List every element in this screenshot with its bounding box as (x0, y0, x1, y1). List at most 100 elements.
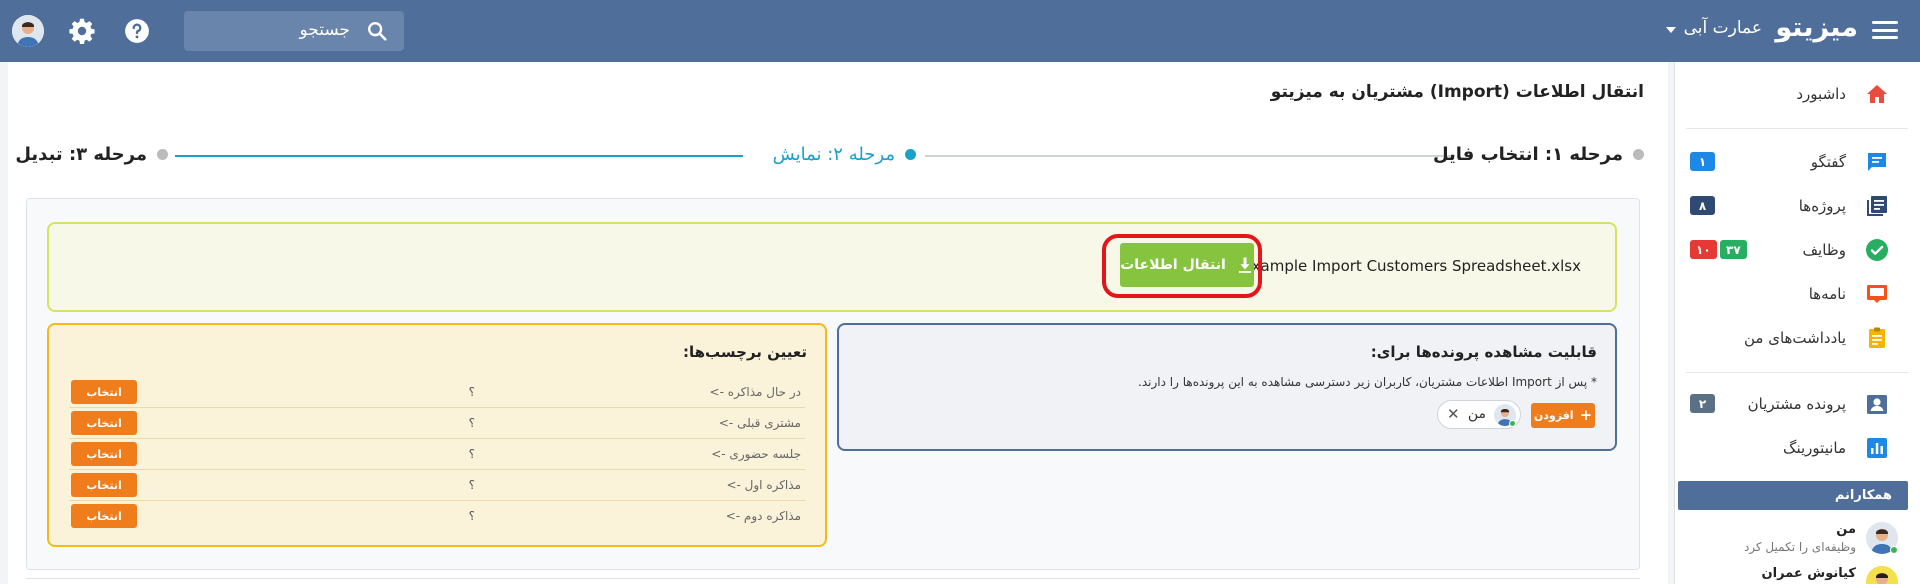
tag-value: ؟ (468, 385, 475, 399)
colleague-item[interactable]: من وظیفه‌ای را تکمیل کرد (1678, 520, 1908, 560)
sidebar-item-label: پروژه‌ها (1798, 197, 1846, 215)
sidebar-item-letters[interactable]: نامه‌ها (1674, 272, 1920, 316)
step-connector (925, 155, 1452, 157)
visibility-title: قابلیت مشاهده پرونده‌ها برای: (1370, 343, 1597, 361)
search-box[interactable]: جستجو (184, 11, 404, 51)
visibility-box: قابلیت مشاهده پرونده‌ها برای: * پس از Im… (837, 323, 1617, 451)
add-user-button[interactable]: + افزودن (1531, 403, 1595, 428)
company-name: عمارت آبی (1683, 18, 1762, 38)
tag-select-button[interactable]: انتخاب (71, 504, 137, 528)
tag-value: ؟ (468, 509, 475, 523)
add-button-label: افزودن (1533, 409, 1574, 422)
step-1-dot (1633, 149, 1644, 160)
file-name: Example Import Customers Spreadsheet.xls… (1242, 257, 1581, 275)
plus-icon: + (1579, 406, 1593, 424)
step-1: مرحله ۱: انتخاب فایل (1433, 144, 1644, 165)
tag-select-button[interactable]: انتخاب (71, 380, 137, 404)
main-content: انتقال اطلاعات (Import) مشتریان به میزیت… (8, 62, 1668, 584)
sidebar-item-label: نامه‌ها (1808, 285, 1846, 303)
sidebar-item-label: وظایف (1802, 241, 1846, 259)
chip-name: من (1467, 406, 1486, 422)
user-avatar[interactable] (12, 15, 44, 47)
colleagues-header: همکارانم (1678, 481, 1908, 510)
customers-icon (1864, 391, 1890, 417)
user-chip: من ✕ (1437, 400, 1521, 429)
sidebar-item-customers[interactable]: پرونده مشتریان ۲ (1674, 382, 1920, 426)
tag-row: مذاکره اول -> ؟ انتخاب (69, 470, 805, 501)
letters-icon (1864, 281, 1890, 307)
chat-count-badge: ۱ (1690, 152, 1715, 171)
page-title: انتقال اطلاعات (Import) مشتریان به میزیت… (1270, 82, 1644, 102)
tag-value: ؟ (468, 416, 475, 430)
sidebar-item-dashboard[interactable]: داشبورد (1674, 72, 1920, 116)
step-1-label: مرحله ۱: انتخاب فایل (1432, 144, 1623, 165)
colleague-avatar (1866, 566, 1898, 584)
online-status-icon (1890, 546, 1898, 554)
tag-select-button[interactable]: انتخاب (71, 473, 137, 497)
tag-name: مشتری قبلی -> (718, 416, 801, 430)
sidebar-item-notes[interactable]: یادداشت‌های من (1674, 316, 1920, 360)
sidebar-item-projects[interactable]: پروژه‌ها ۸ (1674, 184, 1920, 228)
tag-row: جلسه حضوری -> ؟ انتخاب (69, 439, 805, 470)
colleague-status: وظیفه‌ای را تکمیل کرد (1743, 540, 1856, 554)
tag-select-button[interactable]: انتخاب (71, 411, 137, 435)
step-connector-active (175, 155, 743, 157)
top-bar: میزیتو عمارت آبی جستجو (0, 0, 1920, 62)
sidebar-item-label: گفتگو (1810, 153, 1846, 171)
company-selector[interactable]: عمارت آبی (1665, 18, 1762, 38)
visibility-note: * پس از Import اطلاعات مشتریان، کاربران … (1138, 375, 1597, 389)
sidebar-item-chat[interactable]: گفتگو ۱ (1674, 140, 1920, 184)
colleague-name: کیانوش عمران (1761, 566, 1856, 581)
search-placeholder: جستجو (299, 20, 350, 40)
colleague-item[interactable]: کیانوش عمران (1678, 564, 1908, 584)
step-2-dot (905, 149, 916, 160)
sidebar-item-label: پرونده مشتریان (1747, 395, 1846, 413)
tag-select-button[interactable]: انتخاب (71, 442, 137, 466)
tasks-overdue-badge: ۱۰ (1690, 240, 1717, 259)
sidebar-item-label: داشبورد (1796, 85, 1846, 103)
tags-title: تعیین برچسب‌ها: (682, 343, 807, 361)
gear-icon[interactable] (68, 17, 96, 45)
sidebar-item-monitoring[interactable]: مانیتورینگ (1674, 426, 1920, 470)
tags-box: تعیین برچسب‌ها: در حال مذاکره -> ؟ انتخا… (47, 323, 827, 547)
tag-value: ؟ (468, 447, 475, 461)
tasks-count-badge: ۳۷ (1720, 240, 1747, 259)
help-icon[interactable] (124, 18, 150, 44)
home-icon (1864, 81, 1890, 107)
sidebar-divider (1686, 128, 1908, 129)
colleague-name: من (1836, 522, 1856, 537)
projects-count-badge: ۸ (1690, 196, 1715, 215)
close-icon[interactable]: ✕ (1447, 405, 1460, 423)
tag-row: مذاکره دوم -> ؟ انتخاب (69, 501, 805, 532)
download-icon (1238, 257, 1251, 273)
sidebar: داشبورد گفتگو ۱ پروژه‌ها ۸ وظایف ۳۷ ۱۰ ن… (1674, 62, 1920, 584)
step-2-label: مرحله ۲: نمایش (772, 144, 895, 165)
online-status-icon (1509, 420, 1516, 427)
search-icon (368, 22, 387, 41)
customers-count-badge: ۲ (1690, 394, 1715, 413)
tag-row: در حال مذاکره -> ؟ انتخاب (69, 377, 805, 408)
wizard-steps: مرحله ۱: انتخاب فایل مرحله ۲: نمایش مرحل… (8, 144, 1668, 184)
sidebar-item-label: مانیتورینگ (1783, 439, 1846, 457)
sidebar-divider (1686, 372, 1908, 373)
tag-name: جلسه حضوری -> (711, 447, 801, 461)
import-data-button[interactable]: انتقال اطلاعات (1120, 243, 1254, 287)
step-2: مرحله ۲: نمایش (773, 144, 916, 165)
file-box: Example Import Customers Spreadsheet.xls… (47, 222, 1617, 312)
tag-value: ؟ (468, 478, 475, 492)
menu-icon[interactable] (1872, 18, 1898, 42)
tag-name: مذاکره اول -> (726, 478, 801, 492)
step-3-label: مرحله ۳: تبدیل (15, 144, 147, 165)
sidebar-item-tasks[interactable]: وظایف ۳۷ ۱۰ (1674, 228, 1920, 272)
import-panel: Example Import Customers Spreadsheet.xls… (26, 198, 1640, 570)
import-button-label: انتقال اطلاعات (1120, 257, 1226, 273)
monitoring-icon (1864, 435, 1890, 461)
chat-icon (1864, 149, 1890, 175)
tasks-icon (1864, 237, 1890, 263)
step-3: مرحله ۳: تبدیل (15, 144, 168, 165)
projects-icon (1864, 193, 1890, 219)
tag-name: مذاکره دوم -> (725, 509, 801, 523)
step-3-dot (157, 149, 168, 160)
tag-row: مشتری قبلی -> ؟ انتخاب (69, 408, 805, 439)
sidebar-item-label: یادداشت‌های من (1743, 329, 1846, 347)
